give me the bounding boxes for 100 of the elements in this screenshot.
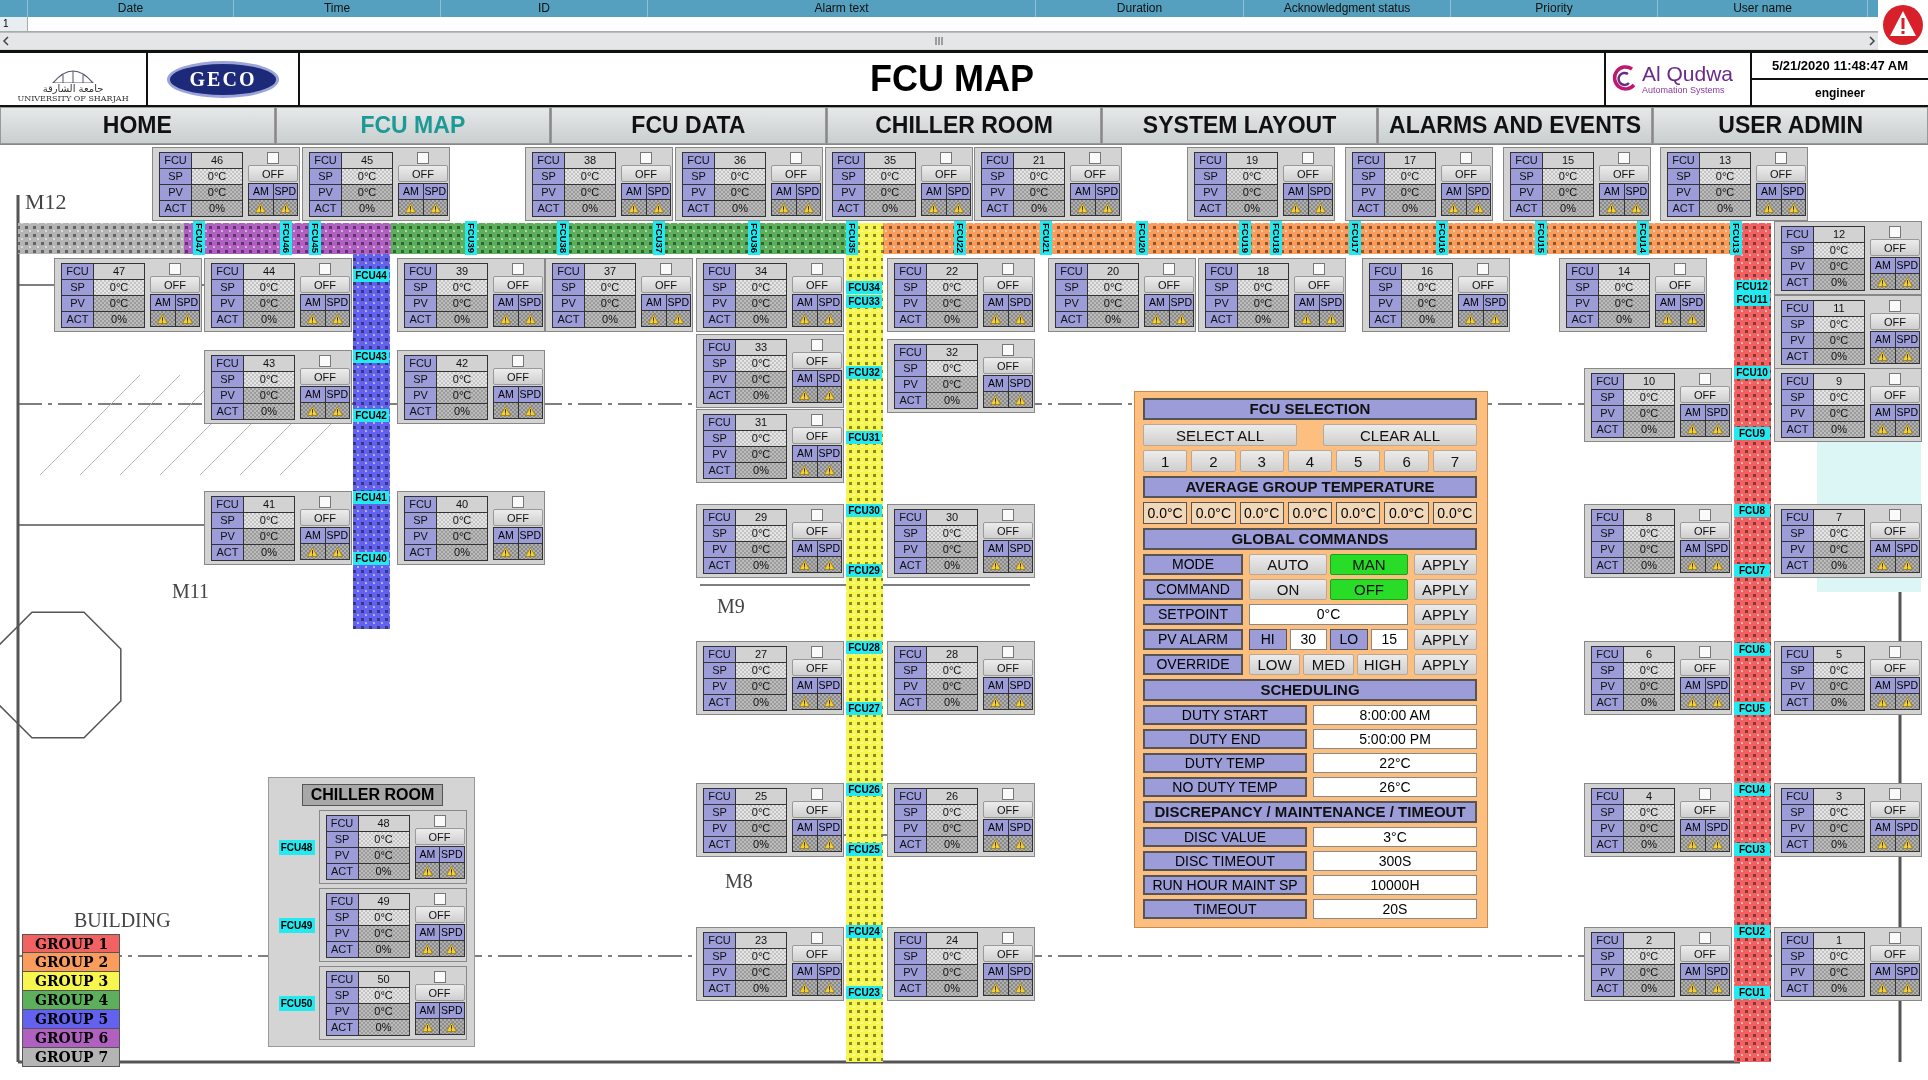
select-checkbox[interactable]: [433, 893, 446, 905]
status-button[interactable]: OFF: [398, 165, 448, 182]
select-checkbox[interactable]: [811, 263, 823, 275]
select-checkbox[interactable]: [1889, 509, 1901, 521]
input-field[interactable]: 26°C: [1313, 777, 1477, 797]
status-button[interactable]: OFF: [493, 509, 543, 526]
status-button[interactable]: OFF: [1655, 276, 1705, 293]
group-button[interactable]: 2: [1191, 450, 1236, 472]
status-button[interactable]: OFF: [1680, 659, 1730, 676]
status-button[interactable]: OFF: [300, 276, 350, 293]
option-button[interactable]: OFF: [1330, 579, 1408, 600]
select-checkbox[interactable]: [660, 263, 672, 275]
select-checkbox[interactable]: [1002, 932, 1014, 944]
alarm-icon[interactable]: [1882, 4, 1924, 46]
select-checkbox[interactable]: [1302, 152, 1314, 164]
status-button[interactable]: OFF: [921, 165, 971, 182]
select-checkbox[interactable]: [319, 355, 331, 367]
status-button[interactable]: OFF: [248, 165, 298, 182]
group-button[interactable]: 7: [1432, 450, 1477, 472]
select-checkbox[interactable]: [1699, 509, 1711, 521]
input-field[interactable]: 10000H: [1313, 875, 1477, 895]
apply-button[interactable]: APPLY: [1414, 604, 1477, 625]
select-checkbox[interactable]: [512, 355, 524, 367]
status-button[interactable]: OFF: [414, 828, 465, 845]
status-button[interactable]: OFF: [150, 276, 200, 293]
status-button[interactable]: OFF: [792, 801, 842, 818]
select-checkbox[interactable]: [433, 815, 446, 827]
status-button[interactable]: OFF: [792, 276, 842, 293]
input-field[interactable]: 8:00:00 AM: [1313, 705, 1477, 725]
input-field[interactable]: 30: [1289, 629, 1327, 650]
status-button[interactable]: OFF: [300, 509, 350, 526]
select-checkbox[interactable]: [940, 152, 952, 164]
apply-button[interactable]: APPLY: [1414, 579, 1477, 600]
status-button[interactable]: OFF: [983, 801, 1033, 818]
select-checkbox[interactable]: [1618, 152, 1630, 164]
status-button[interactable]: OFF: [1870, 313, 1920, 330]
nav-tab[interactable]: CHILLER ROOM: [826, 107, 1102, 144]
select-checkbox[interactable]: [1163, 263, 1175, 275]
status-button[interactable]: OFF: [1870, 386, 1920, 403]
select-checkbox[interactable]: [811, 788, 823, 800]
status-button[interactable]: OFF: [983, 276, 1033, 293]
status-button[interactable]: OFF: [1870, 239, 1920, 256]
status-button[interactable]: OFF: [792, 427, 842, 444]
status-button[interactable]: OFF: [1870, 801, 1920, 818]
select-checkbox[interactable]: [319, 263, 331, 275]
status-button[interactable]: OFF: [771, 165, 821, 182]
group-button[interactable]: 5: [1336, 450, 1381, 472]
status-button[interactable]: OFF: [792, 945, 842, 962]
select-checkbox[interactable]: [1699, 788, 1711, 800]
nav-tab[interactable]: ALARMS AND EVENTS: [1377, 107, 1653, 144]
select-checkbox[interactable]: [790, 152, 802, 164]
nav-tab[interactable]: USER ADMIN: [1653, 107, 1928, 144]
status-button[interactable]: OFF: [792, 659, 842, 676]
scroll-left-icon[interactable]: [0, 35, 12, 47]
select-checkbox[interactable]: [811, 339, 823, 351]
select-checkbox[interactable]: [1477, 263, 1489, 275]
group-button[interactable]: 3: [1239, 450, 1284, 472]
action-button[interactable]: CLEAR ALL: [1323, 424, 1477, 446]
status-button[interactable]: OFF: [493, 368, 543, 385]
status-button[interactable]: OFF: [300, 368, 350, 385]
select-checkbox[interactable]: [1313, 263, 1325, 275]
apply-button[interactable]: APPLY: [1414, 654, 1477, 675]
status-button[interactable]: OFF: [1441, 165, 1491, 182]
input-field[interactable]: 5:00:00 PM: [1313, 729, 1477, 749]
input-field[interactable]: 300S: [1313, 851, 1477, 871]
select-checkbox[interactable]: [1460, 152, 1472, 164]
apply-button[interactable]: APPLY: [1414, 629, 1477, 650]
input-field[interactable]: 0°C: [1249, 604, 1408, 625]
status-button[interactable]: OFF: [792, 522, 842, 539]
nav-tab[interactable]: FCU DATA: [551, 107, 826, 144]
group-button[interactable]: 1: [1143, 450, 1188, 472]
select-checkbox[interactable]: [1699, 932, 1711, 944]
select-checkbox[interactable]: [1674, 263, 1686, 275]
input-field[interactable]: 15: [1370, 629, 1408, 650]
select-checkbox[interactable]: [512, 496, 524, 508]
status-button[interactable]: OFF: [1870, 945, 1920, 962]
select-checkbox[interactable]: [811, 646, 823, 658]
status-button[interactable]: OFF: [1680, 801, 1730, 818]
select-checkbox[interactable]: [1002, 344, 1014, 356]
select-checkbox[interactable]: [640, 152, 652, 164]
select-checkbox[interactable]: [1699, 646, 1711, 658]
select-checkbox[interactable]: [811, 932, 823, 944]
status-button[interactable]: OFF: [1283, 165, 1333, 182]
status-button[interactable]: OFF: [1756, 165, 1806, 182]
status-button[interactable]: OFF: [414, 906, 465, 923]
status-button[interactable]: OFF: [792, 352, 842, 369]
select-checkbox[interactable]: [267, 152, 279, 164]
select-checkbox[interactable]: [1889, 226, 1901, 238]
option-button[interactable]: AUTO: [1249, 554, 1327, 575]
status-button[interactable]: OFF: [641, 276, 691, 293]
option-button[interactable]: MED: [1303, 654, 1354, 675]
select-checkbox[interactable]: [1089, 152, 1101, 164]
action-button[interactable]: SELECT ALL: [1143, 424, 1297, 446]
select-checkbox[interactable]: [433, 971, 446, 983]
status-button[interactable]: OFF: [1870, 659, 1920, 676]
scroll-right-icon[interactable]: [1866, 35, 1878, 47]
select-checkbox[interactable]: [1889, 646, 1901, 658]
select-checkbox[interactable]: [1002, 788, 1014, 800]
status-button[interactable]: OFF: [1870, 522, 1920, 539]
select-checkbox[interactable]: [811, 414, 823, 426]
